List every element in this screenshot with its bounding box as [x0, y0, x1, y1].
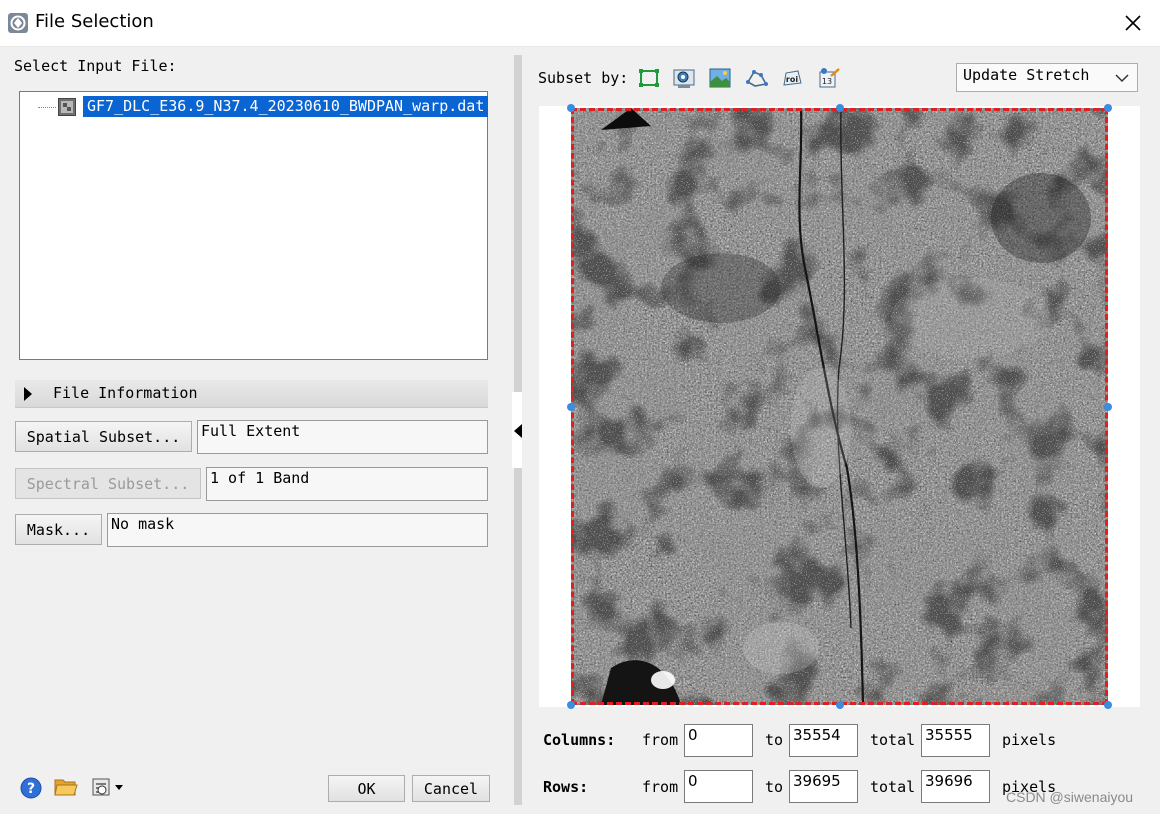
- spectral-subset-button[interactable]: Spectral Subset...: [15, 468, 201, 499]
- columns-to-input[interactable]: 35554: [789, 724, 858, 757]
- columns-total-label: total: [870, 731, 916, 749]
- resize-handle-right[interactable]: [1104, 403, 1112, 411]
- columns-label: Columns:: [543, 731, 616, 749]
- rows-total-value: 39696: [921, 770, 990, 803]
- spatial-subset-button[interactable]: Spatial Subset...: [15, 421, 192, 452]
- close-icon: [1125, 15, 1141, 31]
- image-extent-icon[interactable]: [708, 67, 732, 89]
- mask-value: No mask: [107, 513, 488, 547]
- columns-pixels-label: pixels: [1002, 731, 1057, 749]
- subset-bounding-box[interactable]: [571, 108, 1108, 705]
- svg-text:13: 13: [822, 77, 832, 86]
- svg-text:roi: roi: [786, 75, 798, 84]
- close-button[interactable]: [1114, 5, 1152, 41]
- resize-handle-left[interactable]: [567, 403, 575, 411]
- title-bar: File Selection: [0, 0, 1160, 47]
- vector-extent-icon[interactable]: [745, 67, 769, 89]
- resize-handle-bottom-right[interactable]: [1104, 701, 1112, 709]
- svg-text:?: ?: [27, 781, 35, 797]
- view-extent-icon[interactable]: [672, 67, 696, 89]
- file-list[interactable]: GF7_DLC_E36.9_N37.4_20230610_BWDPAN_warp…: [19, 91, 489, 360]
- rows-from-input[interactable]: 0: [684, 770, 753, 803]
- resize-handle-top[interactable]: [836, 104, 844, 112]
- folder-open-icon[interactable]: [54, 775, 78, 799]
- rows-total-label: total: [870, 778, 916, 796]
- ok-button[interactable]: OK: [328, 775, 405, 802]
- rows-to-label: to: [765, 778, 784, 796]
- watermark-text: CSDN @siwenaiyou: [1006, 789, 1134, 805]
- rows-to-input[interactable]: 39695: [789, 770, 858, 803]
- stretch-selected-value: Update Stretch: [963, 66, 1090, 84]
- envi-app-icon: [8, 13, 28, 33]
- resize-handle-top-left[interactable]: [567, 104, 575, 112]
- options-dropdown-icon[interactable]: [91, 775, 127, 799]
- resize-handle-bottom-left[interactable]: [567, 701, 575, 709]
- full-extent-icon[interactable]: [637, 67, 661, 89]
- cancel-button[interactable]: Cancel: [412, 775, 490, 802]
- collapse-arrow-icon[interactable]: [514, 424, 522, 438]
- columns-from-input[interactable]: 0: [684, 724, 753, 757]
- tree-connector: [38, 107, 56, 108]
- columns-from-label: from: [642, 731, 679, 749]
- roi-extent-icon[interactable]: roi: [780, 67, 804, 89]
- stretch-dropdown[interactable]: Update Stretch: [956, 63, 1138, 92]
- help-icon[interactable]: ?: [20, 777, 42, 799]
- window-title: File Selection: [35, 11, 154, 32]
- chevron-down-icon: [1115, 74, 1129, 83]
- columns-total-value: 35555: [921, 724, 990, 757]
- rows-from-label: from: [642, 778, 679, 796]
- file-information-section[interactable]: File Information: [15, 380, 488, 408]
- spatial-subset-value: Full Extent: [197, 420, 488, 454]
- file-list-item[interactable]: GF7_DLC_E36.9_N37.4_20230610_BWDPAN_warp…: [83, 96, 489, 117]
- file-information-label: File Information: [53, 384, 198, 402]
- mask-button[interactable]: Mask...: [15, 514, 102, 545]
- rows-label: Rows:: [543, 778, 589, 796]
- subset-by-label: Subset by:: [538, 69, 629, 87]
- resize-handle-top-right[interactable]: [1104, 104, 1112, 112]
- resize-handle-bottom[interactable]: [836, 701, 844, 709]
- select-input-file-label: Select Input File:: [14, 57, 177, 75]
- columns-to-label: to: [765, 731, 784, 749]
- spectral-subset-value: 1 of 1 Band: [206, 467, 488, 501]
- expand-arrow-icon: [24, 387, 32, 401]
- raster-file-icon: [58, 98, 76, 116]
- file-subset-icon[interactable]: 13: [817, 67, 841, 89]
